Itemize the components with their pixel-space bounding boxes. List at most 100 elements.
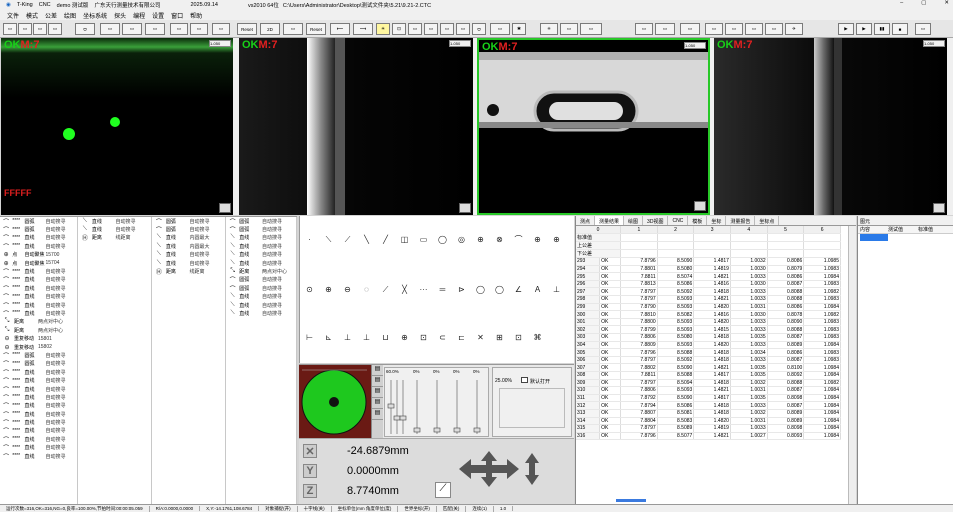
table-row[interactable]: 293 OK 7.8796 8.5090 1.4817 1.0032 0.8086 1.098…: [576, 257, 841, 266]
light-mode-btn-5[interactable]: ▤: [372, 409, 383, 420]
measure-tool-icon[interactable]: ◯: [475, 284, 486, 295]
zoom-options[interactable]: [499, 388, 565, 428]
tool-button-13[interactable]: ⬭: [472, 23, 486, 35]
tool-button-27[interactable]: ▭: [915, 23, 931, 35]
print-button[interactable]: ▭: [48, 23, 62, 35]
tool-button-3[interactable]: ▭: [122, 23, 142, 35]
tool-button-5[interactable]: ▭: [170, 23, 188, 35]
measure-tool-icon[interactable]: ⊏: [456, 332, 467, 343]
measure-tool-icon[interactable]: ⊥: [361, 332, 372, 343]
cam3-capture-button[interactable]: [694, 201, 706, 211]
tool-button-12[interactable]: ▭: [456, 23, 470, 35]
measure-tool-icon[interactable]: ⊾: [323, 332, 334, 343]
status-field[interactable]: 坐标单位(mm 角度单位(度): [332, 505, 399, 512]
measure-tool-icon[interactable]: ⊥: [551, 284, 562, 295]
tool-button-19[interactable]: ▭: [635, 23, 653, 35]
table-row[interactable]: 296 OK 7.8813 8.5086 1.4816 1.0030 0.8087 1.098…: [576, 280, 841, 289]
table-row[interactable]: 306 OK 7.8797 8.5092 1.4818 1.0033 0.8087 1.098…: [576, 356, 841, 365]
tool-button-26[interactable]: ✈: [785, 23, 803, 35]
element-selected-row[interactable]: [860, 234, 888, 241]
measure-tool-icon[interactable]: ◎: [456, 234, 467, 245]
table-row[interactable]: 312 OK 7.8794 8.5086 1.4818 1.0033 0.8087 1.098…: [576, 401, 841, 410]
measure-tool-icon[interactable]: ∠: [513, 284, 524, 295]
menu-item-2[interactable]: 公差: [45, 11, 57, 20]
measure-tool-icon[interactable]: ✕: [475, 332, 486, 343]
results-tab[interactable]: 绘图: [624, 216, 644, 225]
command-row[interactable]: ⟍ 直线 自动搜寻: [226, 293, 296, 301]
table-row[interactable]: 309 OK 7.8797 8.5094 1.4818 1.0032 0.8088 1.098…: [576, 379, 841, 388]
measure-tool-icon[interactable]: ⊕: [475, 234, 486, 245]
table-row[interactable]: 307 OK 7.8802 8.5090 1.4821 1.0035 0.8100 1.098…: [576, 363, 841, 372]
reset-button-2[interactable]: Reset: [306, 23, 326, 35]
tool-button-24[interactable]: ▭: [745, 23, 763, 35]
reset-button[interactable]: Reset: [237, 23, 257, 35]
measure-tool-icon[interactable]: ◯: [494, 284, 505, 295]
command-row[interactable]: Ⓗ 距离 线距离: [152, 267, 225, 276]
menu-item-7[interactable]: 设置: [152, 11, 164, 20]
command-row[interactable]: ⌒ 圆弧 自动搜寻: [152, 225, 225, 234]
stop-button[interactable]: ■: [892, 23, 908, 35]
joystick-arrows-icon[interactable]: [457, 449, 557, 489]
measure-tool-icon[interactable]: ═: [437, 284, 448, 295]
measure-tool-icon[interactable]: ◌: [361, 284, 372, 295]
ring-light-control[interactable]: [299, 365, 371, 439]
menu-item-6[interactable]: 编程: [133, 11, 145, 20]
measure-tool-icon[interactable]: ⊡: [513, 332, 524, 343]
measure-tool-icon[interactable]: ⊡: [418, 332, 429, 343]
table-row[interactable]: 316 OK 7.8796 8.5077 1.4821 1.0027 0.8093 1.098…: [576, 432, 841, 441]
tool-button-16[interactable]: ✳: [540, 23, 558, 35]
command-row[interactable]: ⟍ 直线 内圆最大: [152, 242, 225, 250]
table-row[interactable]: 295 OK 7.8811 8.5074 1.4821 1.0033 0.8086 1.098…: [576, 272, 841, 281]
status-field[interactable]: 十字线(关): [298, 505, 332, 512]
table-row[interactable]: 下公差: [576, 249, 841, 259]
table-row[interactable]: 303 OK 7.8806 8.5080 1.4818 1.0035 0.8087 1.098…: [576, 333, 841, 342]
tool-button-4[interactable]: ▭: [145, 23, 165, 35]
table-row[interactable]: 308 OK 7.8811 8.5088 1.4817 1.0035 0.8092 1.098…: [576, 371, 841, 380]
light-mode-btn-4[interactable]: ▤: [372, 398, 383, 409]
menu-item-8[interactable]: 窗口: [171, 11, 183, 20]
tool-button-1[interactable]: ⬭: [75, 23, 95, 35]
menu-item-1[interactable]: 模式: [26, 11, 38, 20]
tool-button-11[interactable]: ▭: [440, 23, 454, 35]
measure-tool-icon[interactable]: ╲: [361, 234, 372, 245]
cam2-capture-button[interactable]: [459, 203, 471, 213]
table-row[interactable]: 294 OK 7.8801 8.5080 1.4819 1.0030 0.8079 1.098…: [576, 265, 841, 274]
results-tab[interactable]: 测点: [576, 216, 596, 225]
measure-tool-icon[interactable]: ⊖: [342, 284, 353, 295]
camera-view-2[interactable]: OKM:7 1-050: [239, 38, 473, 215]
command-row[interactable]: ⌒ 圆弧 自动搜寻: [226, 284, 296, 293]
table-row[interactable]: 301 OK 7.8800 8.5093 1.4820 1.0033 0.8090 1.098…: [576, 318, 841, 327]
command-row[interactable]: ⟍ 直线 自动搜寻: [152, 251, 225, 259]
results-tab[interactable]: 模板: [688, 216, 708, 225]
measure-tool-icon[interactable]: ⊞: [494, 332, 505, 343]
tool-button-2[interactable]: ▭: [100, 23, 120, 35]
close-icon[interactable]: ✕: [944, 0, 949, 6]
table-scrollbar[interactable]: [848, 226, 856, 504]
light-mode-btn-2[interactable]: ▤: [372, 376, 383, 387]
command-row[interactable]: ⟍ 直线 内圆最大: [152, 234, 225, 242]
command-row[interactable]: ⟍ 直线 自动搜寻: [78, 217, 151, 225]
light-mode-btn-3[interactable]: ▤: [372, 387, 383, 398]
measure-tool-icon[interactable]: ⊗: [494, 234, 505, 245]
status-field[interactable]: 对象捕捉(开): [259, 505, 298, 512]
status-field[interactable]: 1.0: [494, 506, 514, 511]
table-row[interactable]: 299 OK 7.8790 8.5093 1.4820 1.0031 0.8086 1.098…: [576, 303, 841, 312]
tool-button-15[interactable]: ✱: [512, 23, 526, 35]
command-row[interactable]: ⟍ 直线 自动搜寻: [226, 301, 296, 309]
cam4-select[interactable]: 1-050: [923, 40, 945, 47]
cam4-capture-button[interactable]: [933, 203, 945, 213]
table-row[interactable]: 标准值: [576, 233, 841, 243]
measure-tool-icon[interactable]: ⊕: [323, 284, 334, 295]
table-row[interactable]: 302 OK 7.8799 8.5093 1.4815 1.0033 0.8088 1.098…: [576, 325, 841, 335]
tool-button-8[interactable]: ⊡: [392, 23, 406, 35]
status-field[interactable]: 匹配(关): [437, 505, 467, 512]
measure-tool-icon[interactable]: ⟍: [323, 234, 334, 245]
tool-button-20[interactable]: ▭: [655, 23, 675, 35]
measure-tool-icon[interactable]: ▭: [418, 234, 429, 245]
tool-button-18[interactable]: ▭: [580, 23, 602, 35]
table-row[interactable]: 298 OK 7.8797 8.5093 1.4821 1.0033 0.8088 1.098…: [576, 295, 841, 304]
results-tab[interactable]: CNC: [668, 216, 689, 225]
tool-button-22[interactable]: ▭: [705, 23, 723, 35]
minimize-icon[interactable]: –: [900, 0, 903, 6]
command-row[interactable]: ⟍ 直线 自动搜寻: [226, 234, 296, 242]
